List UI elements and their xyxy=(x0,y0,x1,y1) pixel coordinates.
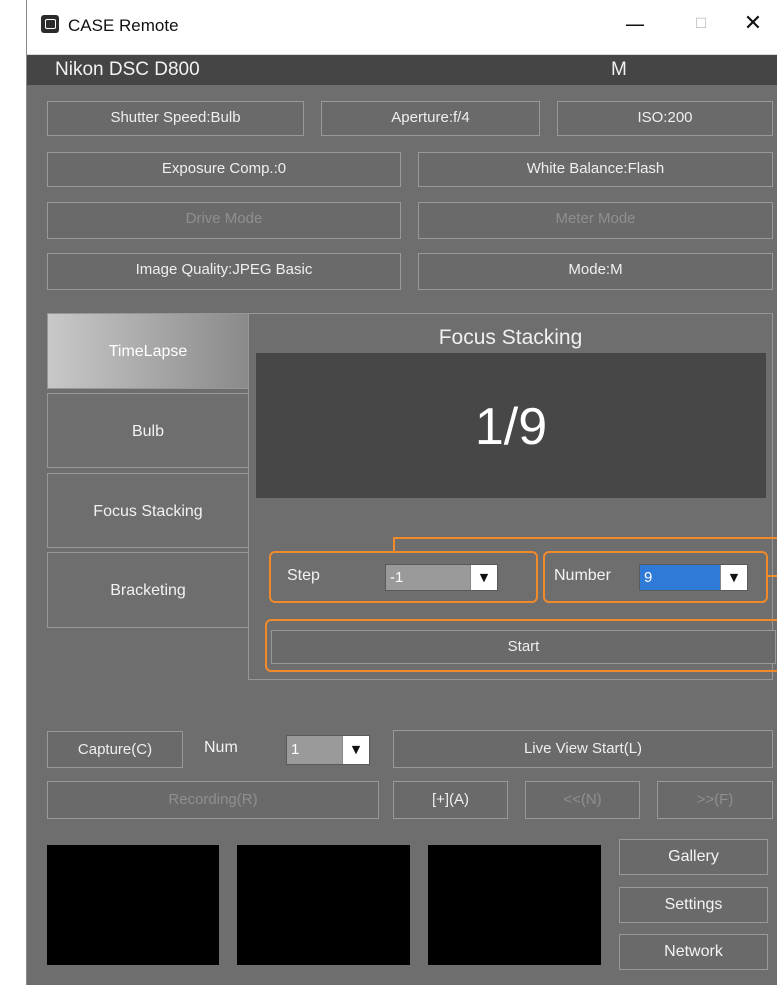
window-title: CASE Remote xyxy=(68,16,179,35)
app-icon xyxy=(41,15,59,33)
tab-timelapse[interactable]: TimeLapse xyxy=(47,313,249,389)
meter-mode-button[interactable]: Meter Mode xyxy=(418,202,773,239)
step-value: -1 xyxy=(390,569,404,586)
iso-button[interactable]: ISO:200 xyxy=(557,101,773,136)
number-select[interactable]: 9 ▼ xyxy=(639,564,748,591)
step-select[interactable]: -1 ▼ xyxy=(385,564,498,591)
thumbnail-3[interactable] xyxy=(428,845,601,965)
focus-far-button[interactable]: >>(F) xyxy=(657,781,773,819)
camera-mode: M xyxy=(611,59,627,80)
num-value: 1 xyxy=(291,741,300,758)
panel-title: Focus Stacking xyxy=(438,326,583,349)
number-value: 9 xyxy=(644,569,653,586)
callout-line xyxy=(767,575,777,577)
tab-bulb[interactable]: Bulb xyxy=(47,393,249,468)
gallery-button[interactable]: Gallery xyxy=(619,839,768,875)
chevron-down-icon: ▼ xyxy=(342,736,369,764)
title-bar: CASE Remote — ☐ ✕ xyxy=(27,0,777,55)
image-quality-button[interactable]: Image Quality:JPEG Basic xyxy=(47,253,401,290)
aperture-button[interactable]: Aperture:f/4 xyxy=(321,101,540,136)
focus-near-button[interactable]: <<(N) xyxy=(525,781,640,819)
camera-name: Nikon DSC D800 xyxy=(55,59,200,80)
recording-button[interactable]: Recording(R) xyxy=(47,781,379,819)
chevron-down-icon: ▼ xyxy=(720,565,747,590)
close-button[interactable]: ✕ xyxy=(731,6,775,42)
exposure-comp-button[interactable]: Exposure Comp.:0 xyxy=(47,152,401,187)
focus-add-button[interactable]: [+](A) xyxy=(393,781,508,819)
thumbnail-1[interactable] xyxy=(47,845,219,965)
network-button[interactable]: Network xyxy=(619,934,768,970)
chevron-down-icon: ▼ xyxy=(470,565,497,590)
white-balance-button[interactable]: White Balance:Flash xyxy=(418,152,773,187)
minimize-button[interactable]: — xyxy=(613,6,657,42)
frame-counter: 1/9 xyxy=(474,398,548,456)
capture-button[interactable]: Capture(C) xyxy=(47,731,183,768)
maximize-button[interactable]: ☐ xyxy=(679,6,723,42)
live-view-start-button[interactable]: Live View Start(L) xyxy=(393,730,773,768)
num-select[interactable]: 1 ▼ xyxy=(286,735,370,765)
num-label: Num xyxy=(204,739,238,756)
number-label: Number xyxy=(554,567,611,584)
tab-bracketing[interactable]: Bracketing xyxy=(47,552,249,628)
callout-line xyxy=(393,537,777,539)
counter-display: 1/9 xyxy=(256,353,766,498)
focus-stacking-panel: Focus Stacking 1/9 Step -1 ▼ Number 9 ▼ … xyxy=(248,313,777,680)
case-remote-window: CASE Remote — ☐ ✕ Nikon DSC D800 M Shutt… xyxy=(26,0,777,985)
drive-mode-button[interactable]: Drive Mode xyxy=(47,202,401,239)
start-button[interactable]: Start xyxy=(271,630,776,664)
thumbnail-2[interactable] xyxy=(237,845,410,965)
callout-line xyxy=(393,537,395,551)
mode-button[interactable]: Mode:M xyxy=(418,253,773,290)
camera-status-bar: Nikon DSC D800 M xyxy=(27,55,777,85)
settings-button[interactable]: Settings xyxy=(619,887,768,923)
tab-focus-stacking[interactable]: Focus Stacking xyxy=(47,473,249,548)
shutter-speed-button[interactable]: Shutter Speed:Bulb xyxy=(47,101,304,136)
step-label: Step xyxy=(287,567,320,584)
